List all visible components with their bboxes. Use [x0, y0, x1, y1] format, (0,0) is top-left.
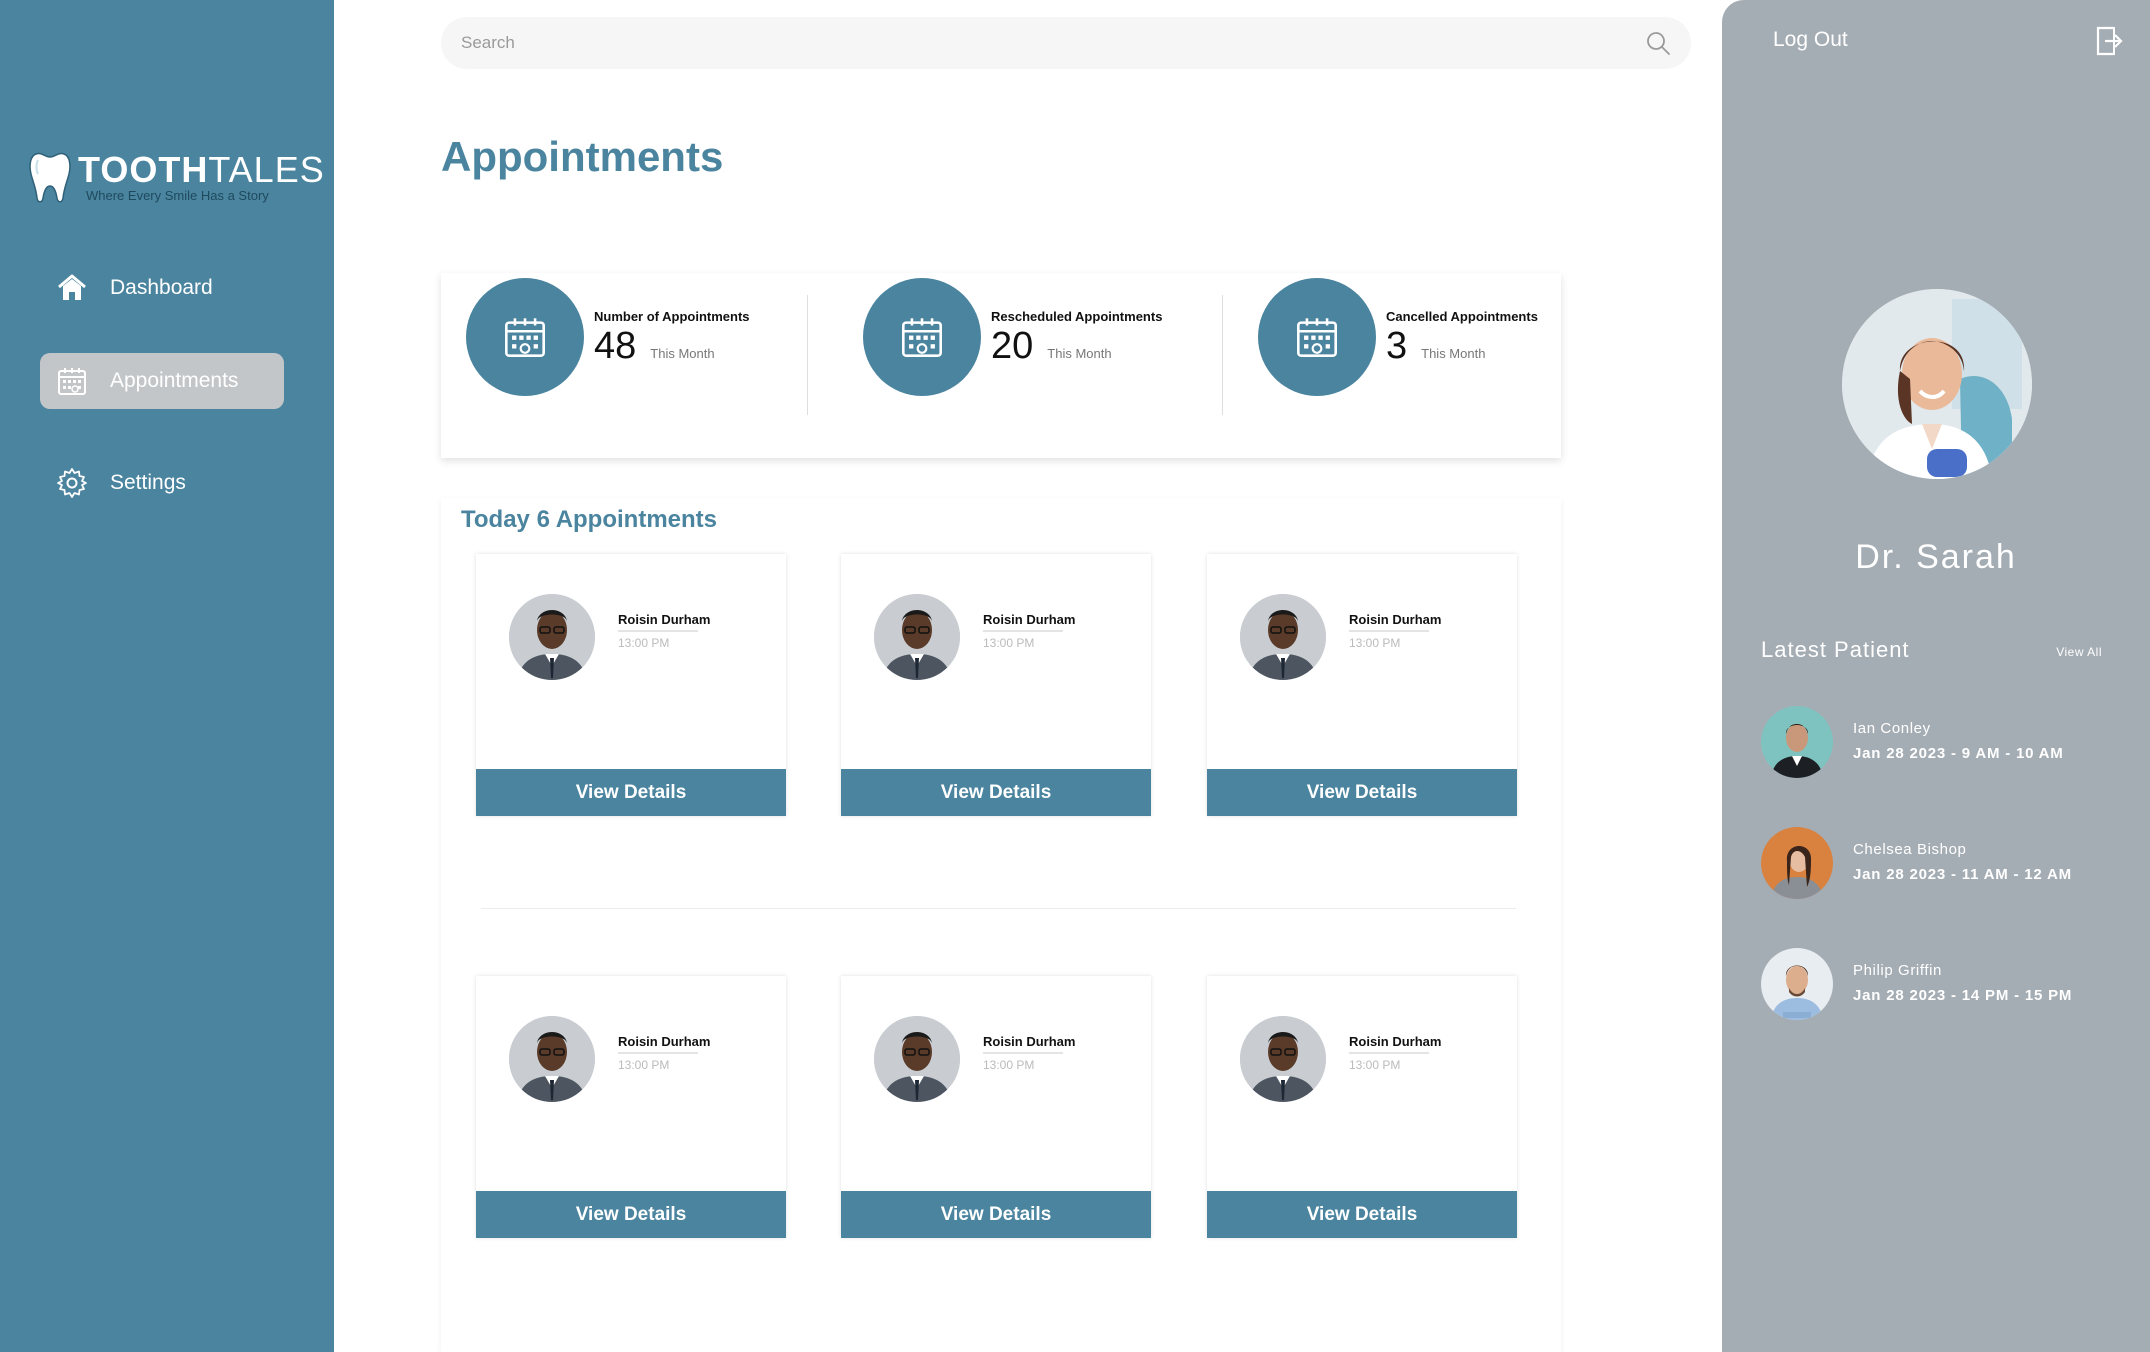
tooth-icon: [29, 152, 71, 203]
stat-value: 48: [594, 324, 637, 367]
brand-logo[interactable]: TOOTHTALES Where Every Smile Has a Story: [28, 150, 325, 204]
patient-email: [983, 1052, 1063, 1054]
patient-name: Roisin Durham: [618, 612, 711, 627]
appointment-card: Roisin Durham 13:00 PM View Details: [1207, 554, 1517, 816]
stat-period: This Month: [1421, 345, 1486, 361]
stat-label: Cancelled Appointments: [1386, 308, 1538, 324]
appointment-time: 13:00 PM: [983, 1058, 1035, 1072]
patient-appointment-time: Jan 28 2023 - 11 AM - 12 AM: [1853, 866, 2072, 883]
logout-link[interactable]: Log Out: [1773, 28, 1848, 52]
view-details-button[interactable]: View Details: [1207, 769, 1517, 816]
calendar-icon: [505, 318, 545, 357]
patient-avatar: [874, 1016, 960, 1102]
appointment-card: Roisin Durham 13:00 PM View Details: [476, 976, 786, 1238]
brand-tagline: Where Every Smile Has a Story: [86, 188, 269, 203]
view-details-button[interactable]: View Details: [1207, 1191, 1517, 1238]
patient-avatar: [1240, 1016, 1326, 1102]
patient-name: Roisin Durham: [983, 612, 1076, 627]
patient-avatar: [874, 594, 960, 680]
calendar-icon: [58, 368, 86, 395]
patient-email: [983, 630, 1063, 632]
patient-avatar: [509, 594, 595, 680]
appointment-card: Roisin Durham 13:00 PM View Details: [476, 554, 786, 816]
patient-email: [618, 630, 698, 632]
patient-name: Ian Conley: [1853, 720, 1931, 737]
sidebar-item-dashboard[interactable]: Dashboard: [40, 260, 284, 316]
stat-rescheduled-appointments: Rescheduled Appointments 20 This Month: [863, 278, 1162, 396]
home-icon: [58, 274, 86, 300]
app-root: TOOTHTALES Where Every Smile Has a Story…: [0, 0, 2150, 1352]
appointment-time: 13:00 PM: [618, 1058, 670, 1072]
search-input[interactable]: [461, 17, 1611, 69]
stat-icon-circle: [863, 278, 981, 396]
patient-avatar: [509, 1016, 595, 1102]
search-bar: [441, 17, 1691, 69]
patient-avatar: [1761, 827, 1833, 899]
brand-name: TOOTHTALES: [78, 149, 325, 190]
stat-icon-circle: [1258, 278, 1376, 396]
patient-email: [618, 1052, 698, 1054]
patient-avatar: [1240, 594, 1326, 680]
stat-total-appointments: Number of Appointments 48 This Month: [466, 278, 750, 396]
appointment-time: 13:00 PM: [1349, 1058, 1401, 1072]
logout-icon[interactable]: [2094, 24, 2124, 58]
appointment-time: 13:00 PM: [618, 636, 670, 650]
today-appointments-panel: Today 6 Appointments Roisin Durham 13:00…: [441, 498, 1561, 1352]
stats-card: Number of Appointments 48 This Month Res…: [441, 273, 1561, 458]
patient-avatar: [1761, 706, 1833, 778]
stat-cancelled-appointments: Cancelled Appointments 3 This Month: [1258, 278, 1538, 396]
appointment-card: Roisin Durham 13:00 PM View Details: [841, 554, 1151, 816]
patient-name: Philip Griffin: [1853, 962, 1942, 979]
stat-divider: [807, 295, 808, 415]
stat-icon-circle: [466, 278, 584, 396]
appointment-card: Roisin Durham 13:00 PM View Details: [1207, 976, 1517, 1238]
latest-patient-item[interactable]: Chelsea Bishop Jan 28 2023 - 11 AM - 12 …: [1761, 827, 2121, 901]
latest-patient-title: Latest Patient: [1761, 637, 1910, 662]
view-details-button[interactable]: View Details: [476, 769, 786, 816]
view-all-link[interactable]: View All: [2056, 645, 2102, 659]
profile-panel: Log Out Dr. Sarah Latest Patient View Al…: [1722, 0, 2150, 1352]
sidebar-item-label: Settings: [110, 471, 186, 494]
stat-label: Rescheduled Appointments: [991, 308, 1163, 324]
patient-name: Roisin Durham: [983, 1034, 1076, 1049]
stat-period: This Month: [1047, 345, 1112, 361]
stat-period: This Month: [650, 345, 715, 361]
row-divider: [481, 908, 1516, 909]
stat-label: Number of Appointments: [594, 308, 750, 324]
calendar-icon: [902, 318, 942, 357]
sidebar-item-label: Appointments: [110, 369, 239, 392]
calendar-icon: [1297, 318, 1337, 357]
appointment-time: 13:00 PM: [983, 636, 1035, 650]
appointment-card: Roisin Durham 13:00 PM View Details: [841, 976, 1151, 1238]
patient-name: Roisin Durham: [1349, 612, 1442, 627]
sidebar-item-label: Dashboard: [110, 276, 213, 299]
doctor-avatar: [1842, 289, 2032, 479]
stat-value: 3: [1386, 324, 1408, 367]
patient-appointment-time: Jan 28 2023 - 14 PM - 15 PM: [1853, 987, 2073, 1004]
latest-patient-item[interactable]: Ian Conley Jan 28 2023 - 9 AM - 10 AM: [1761, 706, 2121, 780]
view-details-button[interactable]: View Details: [841, 769, 1151, 816]
page-title: Appointments: [441, 133, 724, 180]
patient-appointment-time: Jan 28 2023 - 9 AM - 10 AM: [1853, 745, 2064, 762]
appointment-time: 13:00 PM: [1349, 636, 1401, 650]
patient-name: Roisin Durham: [618, 1034, 711, 1049]
sidebar: TOOTHTALES Where Every Smile Has a Story…: [0, 0, 334, 1352]
patient-avatar: [1761, 948, 1833, 1020]
search-icon[interactable]: [1645, 30, 1671, 56]
gear-icon: [57, 468, 87, 498]
view-details-button[interactable]: View Details: [841, 1191, 1151, 1238]
latest-patient-item[interactable]: Philip Griffin Jan 28 2023 - 14 PM - 15 …: [1761, 948, 2121, 1022]
patient-name: Chelsea Bishop: [1853, 841, 1967, 858]
patient-email: [1349, 630, 1429, 632]
stat-value: 20: [991, 324, 1034, 367]
doctor-name: Dr. Sarah: [1855, 538, 2017, 576]
sidebar-item-settings[interactable]: Settings: [40, 455, 284, 511]
patient-name: Roisin Durham: [1349, 1034, 1442, 1049]
sidebar-item-appointments[interactable]: Appointments: [40, 353, 284, 409]
stat-divider: [1222, 295, 1223, 415]
today-appointments-title: Today 6 Appointments: [461, 506, 718, 533]
view-details-button[interactable]: View Details: [476, 1191, 786, 1238]
patient-email: [1349, 1052, 1429, 1054]
